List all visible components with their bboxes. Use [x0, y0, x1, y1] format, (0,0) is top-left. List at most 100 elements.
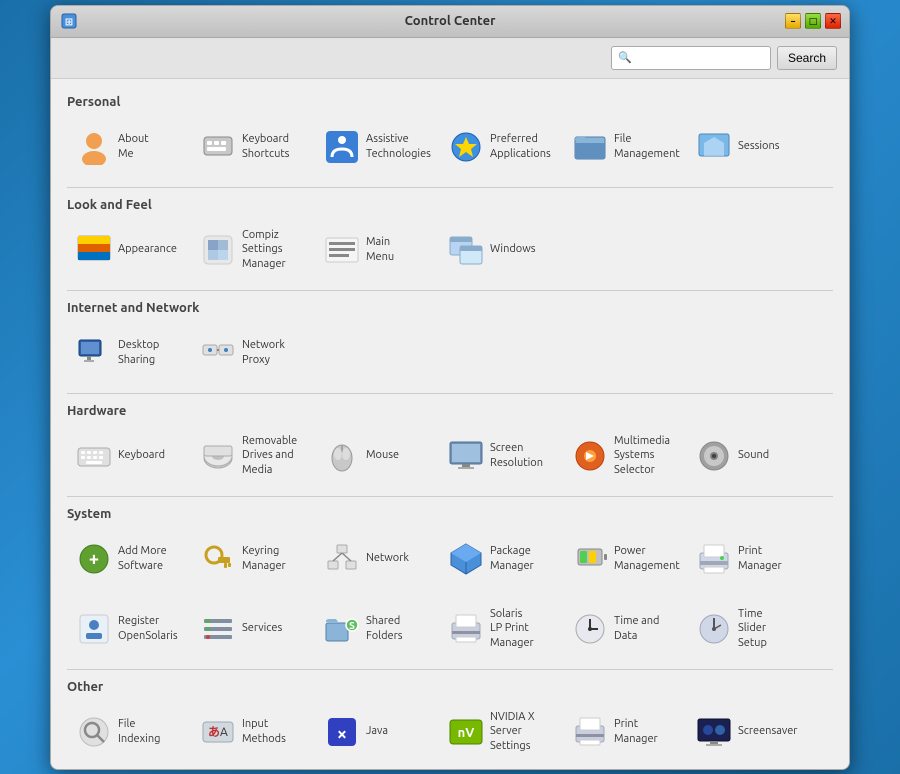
search-button[interactable]: Search — [777, 46, 837, 70]
item-register-opensolaris-label: RegisterOpenSolaris — [118, 614, 178, 643]
item-power-management[interactable]: PowerManagement — [563, 529, 683, 589]
item-network-proxy[interactable]: NetworkProxy — [191, 323, 311, 383]
item-file-management-label: FileManagement — [614, 132, 680, 161]
item-windows[interactable]: Windows — [439, 220, 559, 280]
toolbar: 🔍 Search — [51, 38, 849, 79]
item-compiz[interactable]: CompizSettingsManager — [191, 220, 311, 280]
shared-folders-icon: S — [324, 611, 360, 647]
item-time-slider[interactable]: TimeSliderSetup — [687, 599, 807, 659]
item-multimedia-selector[interactable]: MultimediaSystemsSelector — [563, 426, 683, 486]
item-desktop-sharing[interactable]: DesktopSharing — [67, 323, 187, 383]
item-java[interactable]: × Java — [315, 702, 435, 762]
item-file-indexing-label: FileIndexing — [118, 717, 160, 746]
item-preferred-apps[interactable]: PreferredApplications — [439, 117, 559, 177]
section-system-items-2: RegisterOpenSolaris Services — [67, 599, 833, 659]
screensaver-icon — [696, 714, 732, 750]
section-hardware-items: Keyboard RemovableDrives andMedia — [67, 426, 833, 486]
item-print-manager[interactable]: PrintManager — [687, 529, 807, 589]
item-package-manager[interactable]: PackageManager — [439, 529, 559, 589]
window-controls: − □ ✕ — [785, 13, 841, 29]
java-icon: × — [324, 714, 360, 750]
item-screen-resolution-label: ScreenResolution — [490, 441, 543, 470]
item-time-and-data[interactable]: Time andData — [563, 599, 683, 659]
item-network-label: Network — [366, 551, 409, 565]
content-area: Personal AboutMe — [51, 79, 849, 769]
file-indexing-icon — [76, 714, 112, 750]
item-keyring-manager[interactable]: KeyringManager — [191, 529, 311, 589]
removable-drives-icon — [200, 438, 236, 474]
solaris-lp-icon — [448, 611, 484, 647]
section-system-label: System — [67, 507, 833, 521]
item-sound[interactable]: Sound — [687, 426, 807, 486]
print-manager2-icon — [572, 714, 608, 750]
item-keyboard-shortcuts[interactable]: KeyboardShortcuts — [191, 117, 311, 177]
desktop-sharing-icon — [76, 335, 112, 371]
item-time-slider-label: TimeSliderSetup — [738, 607, 767, 650]
close-button[interactable]: ✕ — [825, 13, 841, 29]
item-keyboard[interactable]: Keyboard — [67, 426, 187, 486]
preferred-apps-icon — [448, 129, 484, 165]
item-add-more-software[interactable]: + Add MoreSoftware — [67, 529, 187, 589]
item-about-me[interactable]: AboutMe — [67, 117, 187, 177]
item-removable-drives-label: RemovableDrives andMedia — [242, 434, 297, 477]
item-nvidia-x[interactable]: nV NVIDIA XServerSettings — [439, 702, 559, 762]
divider-4 — [67, 496, 833, 497]
item-windows-label: Windows — [490, 242, 536, 256]
item-screensaver[interactable]: Screensaver — [687, 702, 807, 762]
sessions-icon — [696, 129, 732, 165]
minimize-button[interactable]: − — [785, 13, 801, 29]
item-solaris-lp-label: SolarisLP PrintManager — [490, 607, 534, 650]
maximize-button[interactable]: □ — [805, 13, 821, 29]
item-appearance[interactable]: Appearance — [67, 220, 187, 280]
item-shared-folders[interactable]: S SharedFolders — [315, 599, 435, 659]
item-desktop-sharing-label: DesktopSharing — [118, 338, 159, 367]
item-services[interactable]: Services — [191, 599, 311, 659]
item-package-manager-label: PackageManager — [490, 544, 534, 573]
section-other-items: FileIndexing あ A InputMethods × — [67, 702, 833, 762]
item-main-menu[interactable]: MainMenu — [315, 220, 435, 280]
power-management-icon — [572, 541, 608, 577]
item-print-manager2[interactable]: PrintManager — [563, 702, 683, 762]
search-input[interactable] — [636, 51, 764, 65]
appearance-icon — [76, 232, 112, 268]
item-shared-folders-label: SharedFolders — [366, 614, 403, 643]
nvidia-x-icon: nV — [448, 714, 484, 750]
divider-1 — [67, 187, 833, 188]
section-personal-label: Personal — [67, 95, 833, 109]
item-main-menu-label: MainMenu — [366, 235, 394, 264]
item-removable-drives[interactable]: RemovableDrives andMedia — [191, 426, 311, 486]
item-assistive-tech[interactable]: AssistiveTechnologies — [315, 117, 435, 177]
item-network-proxy-label: NetworkProxy — [242, 338, 285, 367]
item-compiz-label: CompizSettingsManager — [242, 228, 286, 271]
item-sound-label: Sound — [738, 448, 769, 462]
svg-text:あ: あ — [208, 725, 220, 739]
main-window: ⊞ Control Center − □ ✕ 🔍 Search Personal — [50, 5, 850, 770]
mouse-icon — [324, 438, 360, 474]
item-mouse[interactable]: Mouse — [315, 426, 435, 486]
keyboard-icon — [76, 438, 112, 474]
titlebar-icon: ⊞ — [59, 11, 79, 31]
item-input-methods-label: InputMethods — [242, 717, 286, 746]
search-icon: 🔍 — [618, 51, 632, 64]
package-manager-icon — [448, 541, 484, 577]
divider-5 — [67, 669, 833, 670]
svg-text:+: + — [89, 549, 99, 569]
item-power-management-label: PowerManagement — [614, 544, 680, 573]
section-other-label: Other — [67, 680, 833, 694]
titlebar-left: ⊞ — [59, 11, 83, 31]
item-file-indexing[interactable]: FileIndexing — [67, 702, 187, 762]
item-register-opensolaris[interactable]: RegisterOpenSolaris — [67, 599, 187, 659]
item-solaris-lp[interactable]: SolarisLP PrintManager — [439, 599, 559, 659]
item-screen-resolution[interactable]: ScreenResolution — [439, 426, 559, 486]
svg-text:nV: nV — [458, 726, 475, 740]
item-input-methods[interactable]: あ A InputMethods — [191, 702, 311, 762]
section-system-items: + Add MoreSoftware KeyringManager — [67, 529, 833, 589]
services-icon — [200, 611, 236, 647]
item-sessions[interactable]: Sessions — [687, 117, 807, 177]
svg-text:A: A — [220, 726, 228, 739]
compiz-icon — [200, 232, 236, 268]
titlebar: ⊞ Control Center − □ ✕ — [51, 6, 849, 38]
item-network[interactable]: Network — [315, 529, 435, 589]
item-add-more-software-label: Add MoreSoftware — [118, 544, 167, 573]
item-file-management[interactable]: FileManagement — [563, 117, 683, 177]
